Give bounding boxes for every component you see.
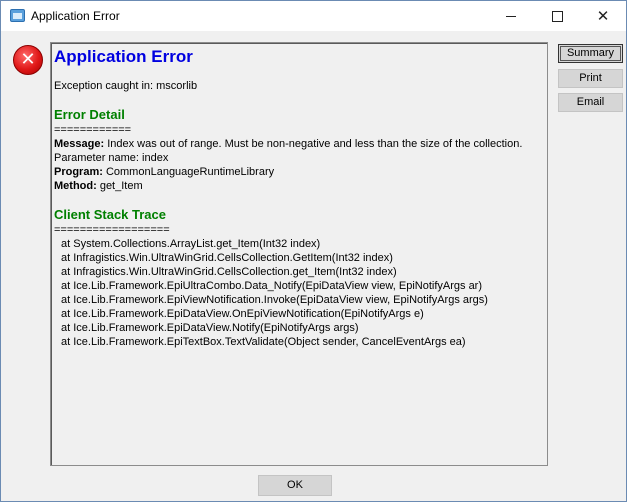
method-line: Method: get_Item <box>54 179 547 193</box>
summary-button[interactable]: Summary <box>558 44 623 63</box>
print-button[interactable]: Print <box>558 69 623 88</box>
message-label: Message: <box>54 138 105 150</box>
close-button[interactable]: ✕ <box>580 1 626 31</box>
error-detail-heading: Error Detail <box>54 107 125 122</box>
stack-frame: at Ice.Lib.Framework.EpiUltraCombo.Data_… <box>61 280 483 292</box>
maximize-icon <box>552 11 563 22</box>
method-label: Method: <box>54 180 97 192</box>
maximize-button[interactable] <box>534 1 580 31</box>
stack-trace-list: at System.Collections.ArrayList.get_Item… <box>54 237 547 349</box>
stack-frame: at Ice.Lib.Framework.EpiViewNotification… <box>61 294 488 306</box>
stack-frame: at Ice.Lib.Framework.EpiTextBox.TextVali… <box>61 336 466 348</box>
app-window-icon <box>10 9 25 22</box>
stack-frame: at Infragistics.Win.UltraWinGrid.CellsCo… <box>61 266 397 278</box>
stack-frame: at Infragistics.Win.UltraWinGrid.CellsCo… <box>61 252 393 264</box>
program-line: Program: CommonLanguageRuntimeLibrary <box>54 165 547 179</box>
error-icon: ✕ <box>13 45 43 75</box>
report-title: Application Error <box>54 47 193 66</box>
error-report-panel[interactable]: Application Error Exception caught in: m… <box>50 42 548 466</box>
email-button[interactable]: Email <box>558 93 623 112</box>
error-dialog: Application Error ✕ ✕ Application Error … <box>0 0 627 502</box>
message-value: Index was out of range. Must be non-nega… <box>104 138 523 150</box>
stack-frame: at Ice.Lib.Framework.EpiDataView.OnEpiVi… <box>61 308 424 320</box>
title-bar[interactable]: Application Error ✕ <box>1 1 626 31</box>
close-icon: ✕ <box>596 7 610 25</box>
window-title: Application Error <box>31 9 120 23</box>
stack-trace-heading: Client Stack Trace <box>54 207 166 222</box>
dialog-body: ✕ Application Error Exception caught in:… <box>1 31 626 501</box>
program-label: Program: <box>54 166 103 178</box>
error-message: Message: Index was out of range. Must be… <box>54 137 547 151</box>
parameter-line: Parameter name: index <box>54 152 169 164</box>
minimize-button[interactable] <box>488 1 534 31</box>
program-value: CommonLanguageRuntimeLibrary <box>102 166 275 178</box>
stack-trace-rule: ================== <box>54 224 170 236</box>
minimize-icon <box>506 16 516 17</box>
method-value: get_Item <box>96 180 143 192</box>
error-detail-rule: ============ <box>54 124 132 136</box>
stack-frame: at System.Collections.ArrayList.get_Item… <box>61 238 321 250</box>
stack-frame: at Ice.Lib.Framework.EpiDataView.Notify(… <box>61 322 359 334</box>
exception-source: Exception caught in: mscorlib <box>54 80 198 92</box>
ok-button[interactable]: OK <box>258 475 332 496</box>
